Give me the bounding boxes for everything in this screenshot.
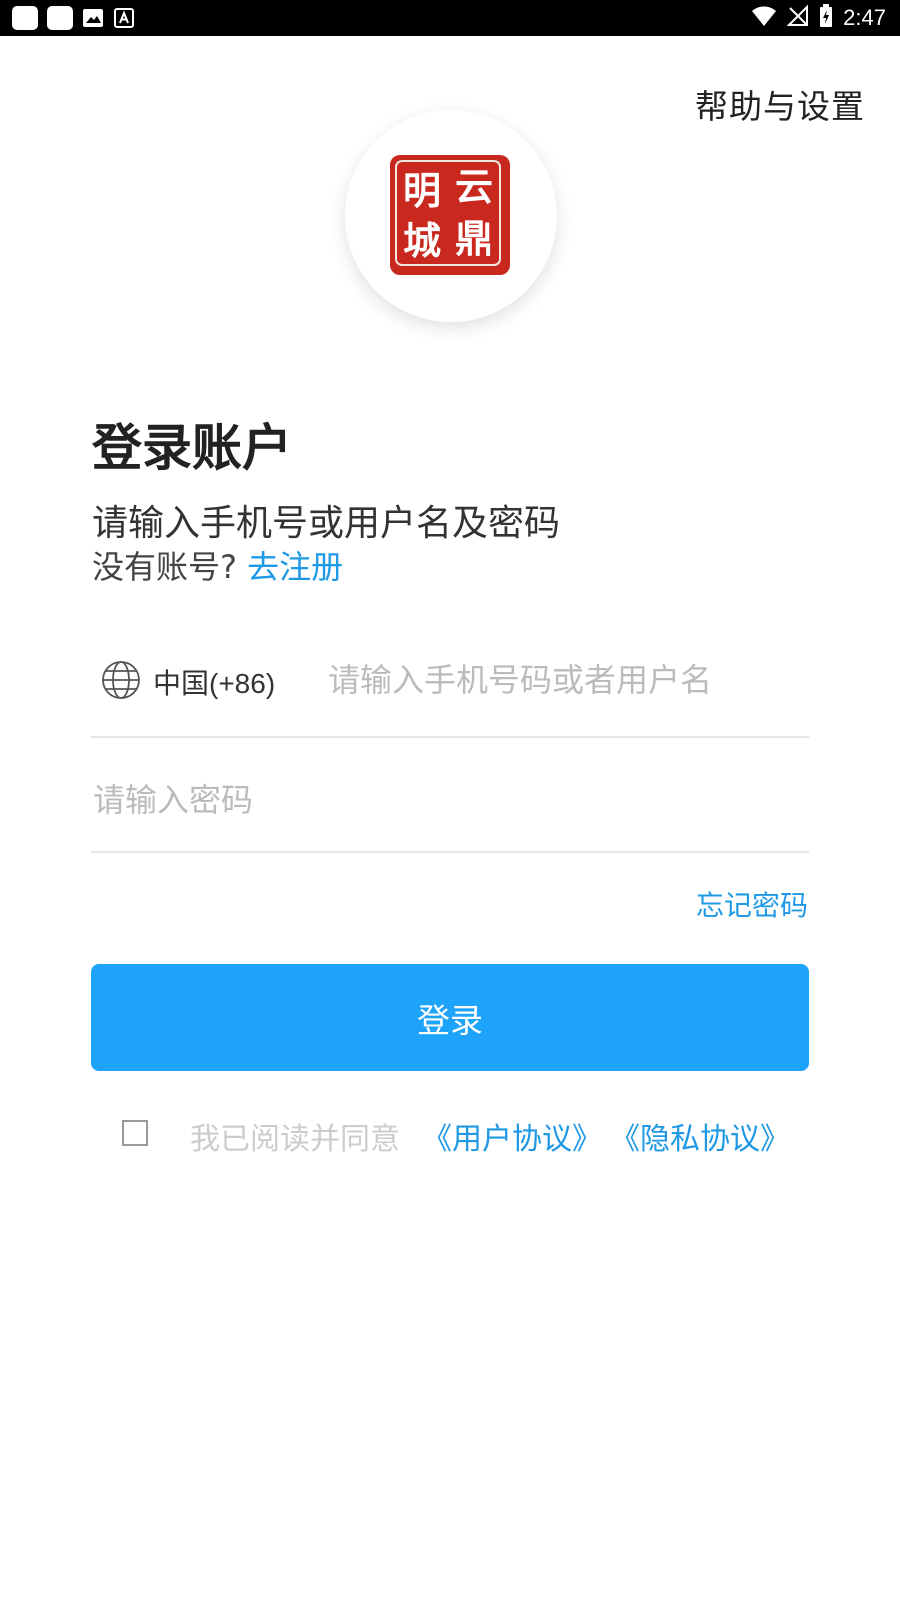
password-field-row <box>91 736 809 853</box>
agree-checkbox[interactable] <box>122 1120 148 1146</box>
agree-text: 我已阅读并同意 <box>190 1122 400 1157</box>
status-time: 2:47 <box>843 5 886 30</box>
wifi-icon <box>751 5 777 31</box>
status-bar-notifications <box>12 6 135 30</box>
login-button[interactable]: 登录 <box>91 964 809 1071</box>
phone-username-input[interactable] <box>326 654 800 706</box>
globe-icon[interactable] <box>101 660 141 700</box>
logo-char: 明 <box>402 168 441 213</box>
logo-char: 云 <box>454 164 493 209</box>
register-prompt: 没有账号? 去注册 <box>92 542 343 588</box>
text-a-icon <box>113 8 135 28</box>
image-icon <box>82 8 104 28</box>
battery-charging-icon <box>819 4 833 32</box>
login-subtitle: 请输入手机号或用户名及密码 <box>92 503 561 544</box>
password-input[interactable] <box>91 774 795 826</box>
forgot-password-link[interactable]: 忘记密码 <box>696 884 808 924</box>
logo-char: 鼎 <box>454 216 493 261</box>
app-logo: 明 云 城 鼎 <box>345 110 557 322</box>
help-settings-link[interactable]: 帮助与设置 <box>695 80 865 128</box>
no-signal-icon <box>786 4 809 31</box>
agreement-row: 我已阅读并同意 《用户协议》 《隐私协议》 <box>122 1114 802 1157</box>
phone-field-row: 中国(+86) <box>91 620 809 738</box>
logo-char: 城 <box>402 218 441 263</box>
no-account-text: 没有账号? <box>92 548 237 586</box>
register-link[interactable]: 去注册 <box>247 548 343 586</box>
country-code-selector[interactable]: 中国(+86) <box>153 662 275 702</box>
notification-icon <box>12 6 38 30</box>
status-bar: 2:47 <box>0 0 900 36</box>
notification-icon <box>47 6 73 30</box>
page-title: 登录账户 <box>92 419 292 477</box>
seal-logo: 明 云 城 鼎 <box>390 155 510 275</box>
user-agreement-link[interactable]: 《用户协议》 <box>422 1114 602 1158</box>
privacy-agreement-link[interactable]: 《隐私协议》 <box>610 1114 790 1158</box>
